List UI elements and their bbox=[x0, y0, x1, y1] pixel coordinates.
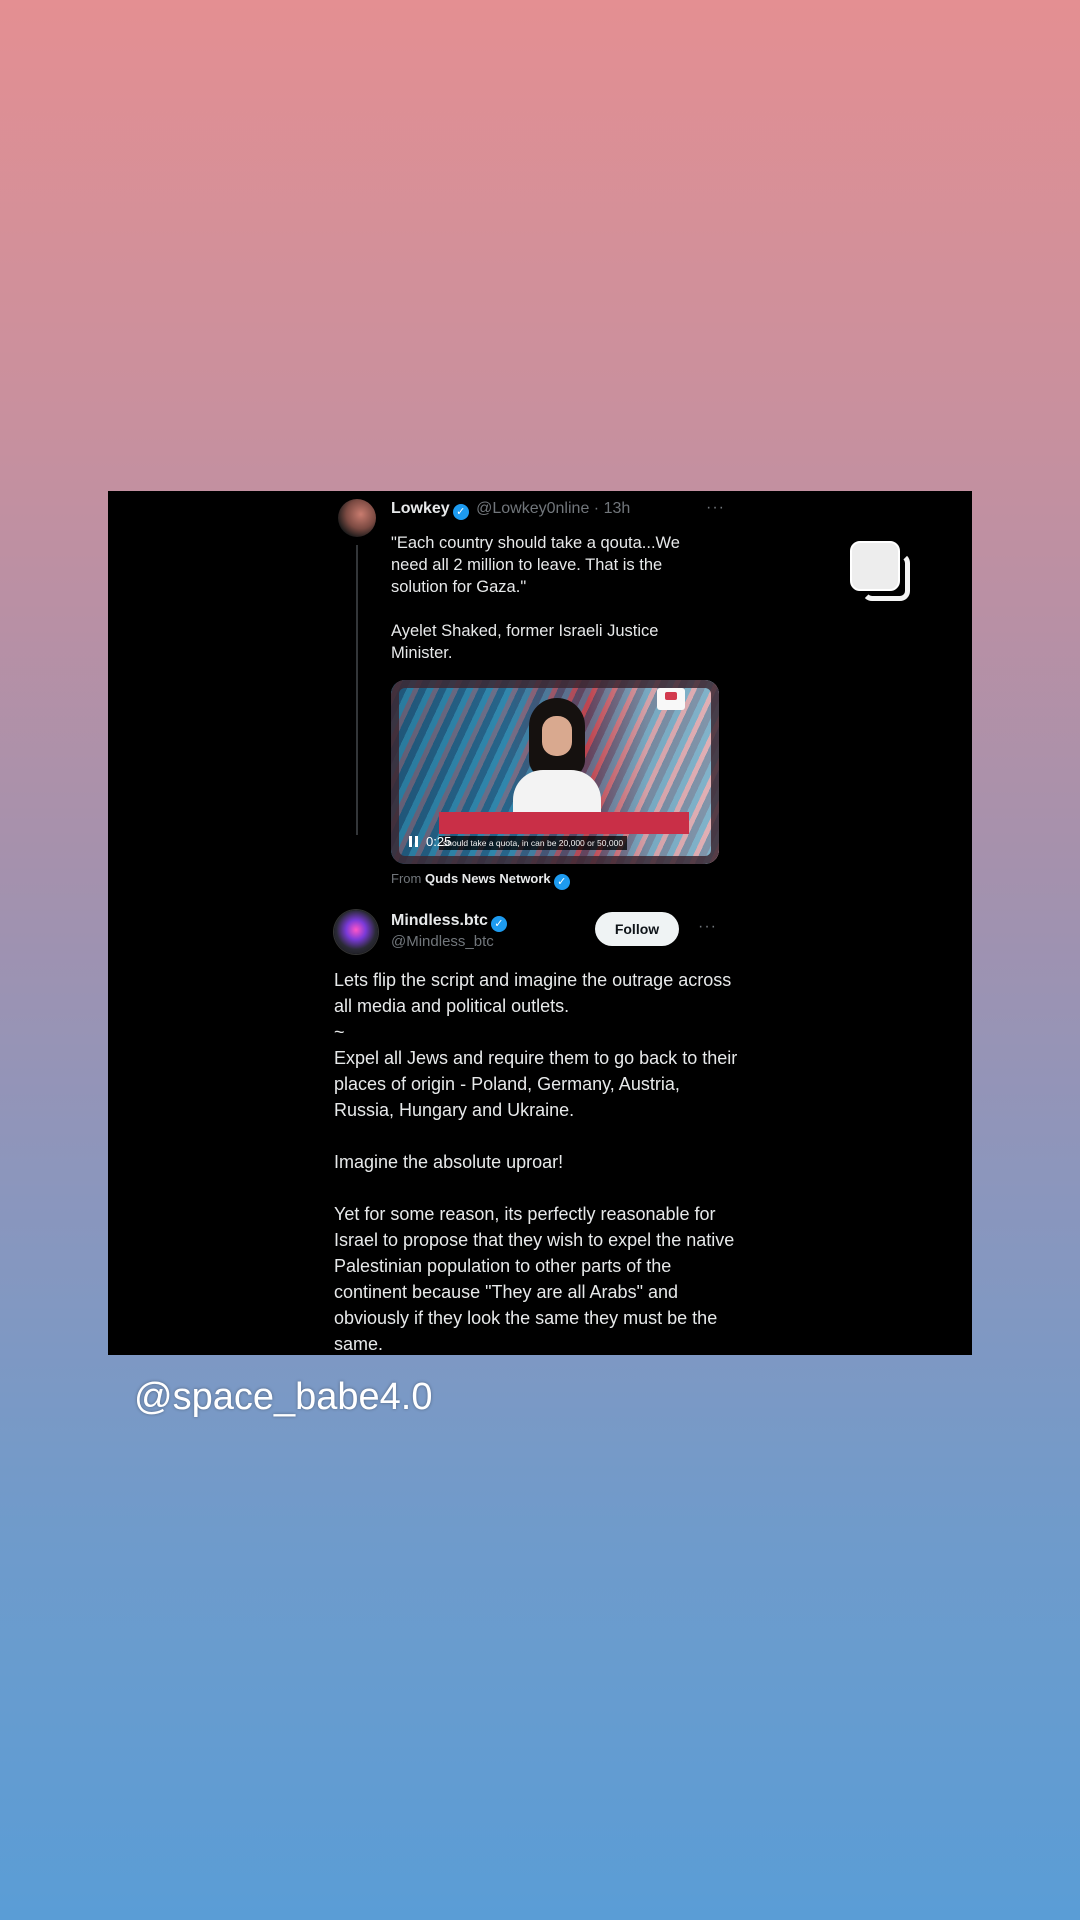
follow-button[interactable]: Follow bbox=[595, 912, 679, 946]
quoted-tweet-text: "Each country should take a qouta...We n… bbox=[391, 532, 691, 664]
tweet-paragraph: Yet for some reason, its perfectly reaso… bbox=[334, 1204, 735, 1354]
main-tweet-text: Lets flip the script and imagine the out… bbox=[334, 967, 744, 1355]
source-prefix: From bbox=[391, 871, 422, 886]
tweet-time[interactable]: 13h bbox=[604, 500, 631, 517]
more-options-icon[interactable]: ··· bbox=[698, 918, 717, 936]
video-player[interactable]: should take a quota, in can be 20,000 or… bbox=[391, 680, 719, 864]
tweet-text-line: "Each country should take a qouta...We n… bbox=[391, 534, 680, 596]
source-name[interactable]: Quds News Network bbox=[425, 871, 551, 886]
author-name-row: Mindless.btc ✓ bbox=[391, 912, 510, 932]
tweet-paragraph: Imagine the absolute uproar! bbox=[334, 1152, 564, 1172]
username-mention-sticker[interactable]: @space_babe4.0 bbox=[134, 1376, 432, 1419]
mindless-avatar[interactable] bbox=[334, 910, 378, 954]
lowkey-avatar[interactable] bbox=[338, 499, 376, 537]
quoted-tweet-header: Lowkey ✓ @Lowkey0nline · 13h bbox=[391, 499, 630, 520]
tweet-paragraph: ~ bbox=[334, 1022, 345, 1042]
more-options-icon[interactable]: ··· bbox=[706, 499, 725, 517]
author-handle[interactable]: @Lowkey0nline bbox=[476, 500, 589, 517]
pause-icon[interactable] bbox=[409, 836, 418, 847]
author-handle[interactable]: @Mindless_btc bbox=[391, 933, 494, 950]
tweet-text-line: Ayelet Shaked, former Israeli Justice Mi… bbox=[391, 622, 659, 662]
thread-line bbox=[356, 545, 358, 835]
tweet-paragraph: Lets flip the script and imagine the out… bbox=[334, 970, 732, 1016]
author-name[interactable]: Mindless.btc bbox=[391, 912, 488, 929]
video-source: From Quds News Network ✓ bbox=[391, 871, 573, 890]
tweet-paragraph: Expel all Jews and require them to go ba… bbox=[334, 1048, 738, 1120]
multiple-images-icon bbox=[850, 541, 914, 605]
separator-dot: · bbox=[593, 500, 600, 517]
author-name[interactable]: Lowkey bbox=[391, 500, 450, 517]
post-screenshot[interactable]: Lowkey ✓ @Lowkey0nline · 13h ··· "Each co… bbox=[108, 491, 972, 1355]
video-timestamp: 0:25 bbox=[426, 834, 452, 849]
verified-badge-icon: ✓ bbox=[553, 874, 570, 890]
story-background: Lowkey ✓ @Lowkey0nline · 13h ··· "Each co… bbox=[0, 0, 1080, 1920]
verified-badge-icon: ✓ bbox=[490, 916, 507, 932]
verified-badge-icon: ✓ bbox=[452, 504, 469, 520]
video-caption: should take a quota, in can be 20,000 or… bbox=[439, 836, 628, 850]
video-controls[interactable]: 0:25 bbox=[409, 834, 451, 849]
